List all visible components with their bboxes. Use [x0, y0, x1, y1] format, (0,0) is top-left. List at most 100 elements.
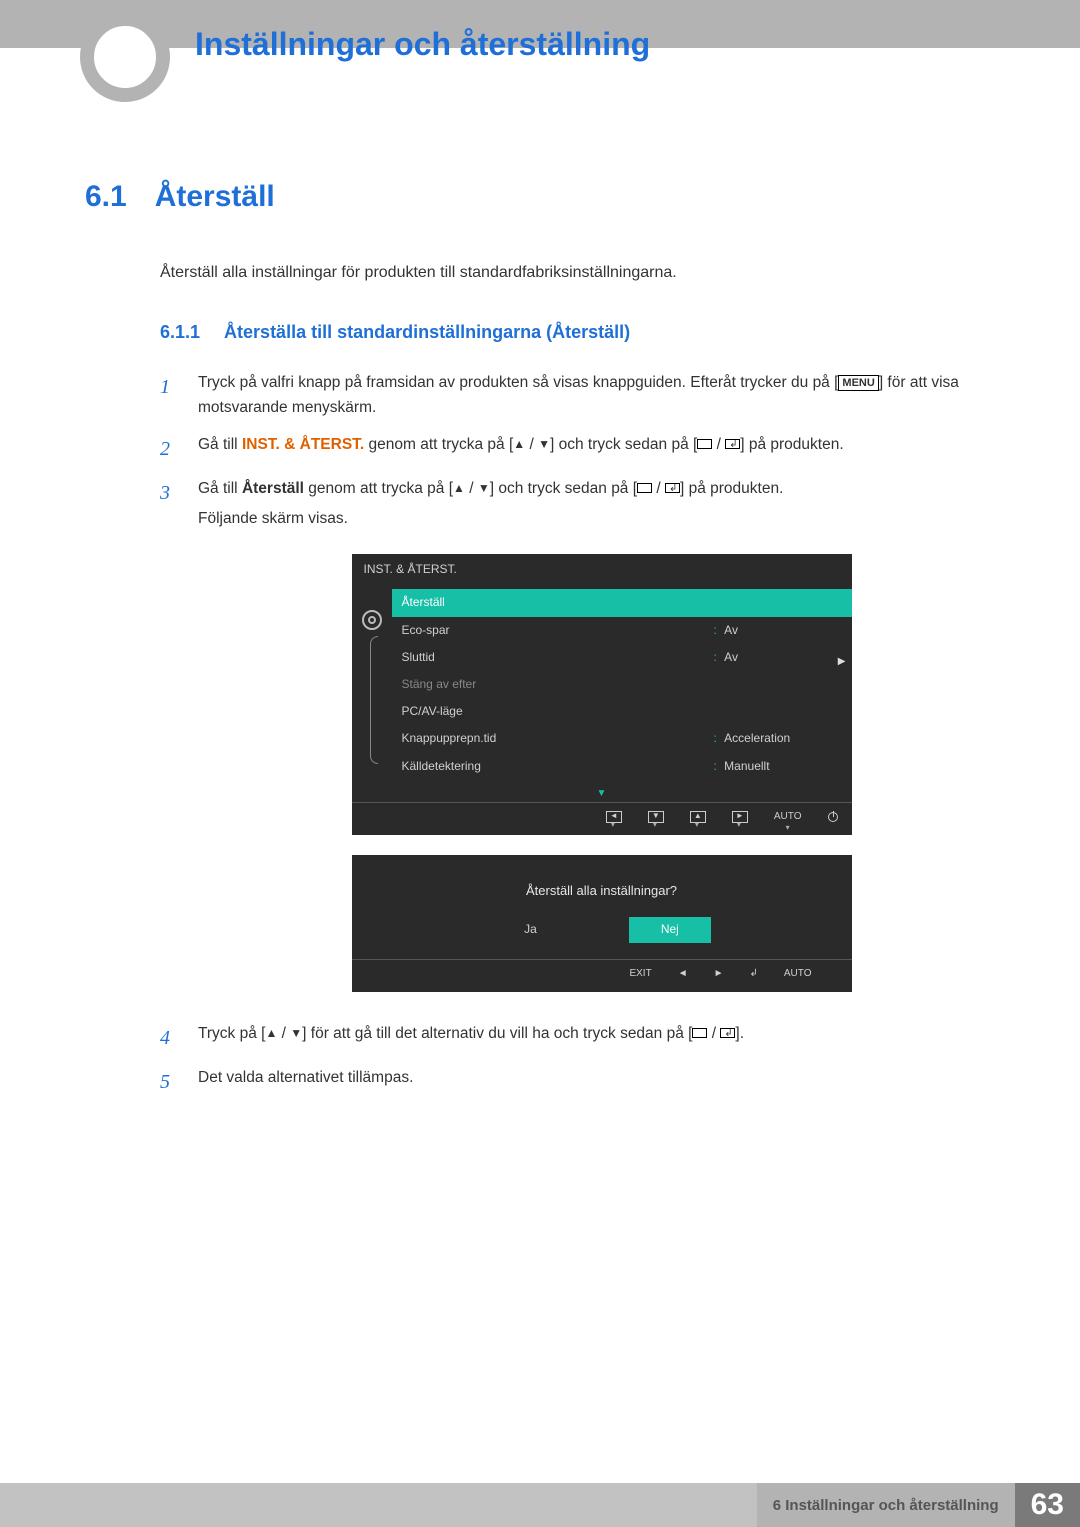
- menu-key-icon: MENU: [838, 375, 878, 391]
- content: 6.1 Återställ Återställ alla inställning…: [85, 180, 1005, 1110]
- enter-icon: [725, 439, 740, 449]
- osd-wrapper: INST. & ÅTERST. ÅterställEco-sparAvSlutt…: [352, 554, 852, 991]
- step-number: 5: [160, 1066, 178, 1098]
- nav-left-icon: ◄: [678, 966, 688, 982]
- osd-menu-panel: INST. & ÅTERST. ÅterställEco-sparAvSlutt…: [352, 554, 852, 835]
- source-icon: [697, 439, 712, 449]
- osd-item-value: Manuellt: [714, 757, 834, 776]
- section-number: 6.1: [85, 180, 127, 214]
- osd-menu-item: Stäng av efter: [392, 671, 852, 698]
- step-body: Tryck på valfri knapp på framsidan av pr…: [198, 371, 1005, 421]
- osd-item-label: Stäng av efter: [402, 675, 477, 694]
- text: Gå till: [198, 480, 242, 497]
- chapter-badge: [80, 12, 170, 102]
- step-body: Tryck på [▲ / ▼] för att gå till det alt…: [198, 1022, 1005, 1054]
- section-title: Återställ: [155, 180, 275, 214]
- confirm-yes-button: Ja: [492, 917, 569, 942]
- nav-right-icon: ►: [732, 811, 748, 823]
- step-5: 5 Det valda alternativet tillämpas.: [160, 1066, 1005, 1098]
- enter-icon: [720, 1028, 735, 1038]
- steps-list: 1 Tryck på valfri knapp på framsidan av …: [160, 371, 1005, 1098]
- up-icon: ▲: [513, 435, 525, 454]
- chevron-right-icon: ▶: [838, 654, 846, 670]
- osd-menu-item: Återställ: [392, 589, 852, 616]
- text: Följande skärm visas.: [198, 507, 1005, 532]
- text: genom att trycka på [: [304, 480, 453, 497]
- source-icon: [692, 1028, 707, 1038]
- footer-track: [0, 1483, 757, 1527]
- confirm-no-button: Nej: [629, 917, 711, 942]
- osd-item-label: Knappupprepn.tid: [402, 729, 497, 748]
- step-body: Det valda alternativet tillämpas.: [198, 1066, 1005, 1098]
- step-4: 4 Tryck på [▲ / ▼] för att gå till det a…: [160, 1022, 1005, 1054]
- step-number: 4: [160, 1022, 178, 1054]
- nav-right-icon: ►: [714, 966, 724, 982]
- footer-chapter-label: 6 Inställningar och återställning: [757, 1483, 1015, 1527]
- step-3: 3 Gå till Återställ genom att trycka på …: [160, 477, 1005, 1010]
- up-icon: ▲: [265, 1024, 277, 1043]
- nav-down-icon: ▼: [648, 811, 664, 823]
- osd-item-label: Sluttid: [402, 648, 435, 667]
- nav-enter-icon: ↲: [750, 966, 758, 982]
- osd-item-value: Av: [714, 621, 834, 640]
- osd-menu-item: PC/AV-läge: [392, 698, 852, 725]
- step-2: 2 Gå till INST. & ÅTERST. genom att tryc…: [160, 433, 1005, 465]
- text: genom att trycka på [: [364, 436, 513, 453]
- osd-menu-item: Knappupprepn.tid Acceleration: [392, 725, 852, 752]
- text: Gå till: [198, 436, 242, 453]
- step-number: 1: [160, 371, 178, 421]
- osd-menu-item: Källdetektering Manuellt: [392, 753, 852, 780]
- subsection-heading: 6.1.1 Återställa till standardinställnin…: [160, 322, 1005, 343]
- confirm-question: Återställ alla inställningar?: [352, 881, 852, 902]
- osd-item-value: Acceleration: [714, 729, 834, 748]
- nav-up-icon: ▲: [690, 811, 706, 823]
- step-body: Gå till Återställ genom att trycka på [▲…: [198, 477, 1005, 1010]
- nav-left-icon: ◄: [606, 811, 622, 823]
- osd-menu-item: Sluttid Av: [392, 644, 852, 671]
- osd-item-label: Källdetektering: [402, 757, 481, 776]
- subsection-number: 6.1.1: [160, 322, 200, 343]
- down-icon: ▼: [290, 1024, 302, 1043]
- osd-item-value: Av: [714, 648, 834, 667]
- text: ] för att gå till det alternativ du vill…: [302, 1025, 692, 1042]
- osd-item-label: PC/AV-läge: [402, 702, 463, 721]
- section-intro: Återställ alla inställningar för produkt…: [160, 264, 1005, 282]
- auto-label: AUTO: [774, 809, 802, 825]
- auto-label: AUTO: [784, 966, 812, 982]
- osd-title: INST. & ÅTERST.: [352, 554, 852, 585]
- gear-icon: [362, 610, 382, 630]
- text: Tryck på valfri knapp på framsidan av pr…: [198, 374, 838, 391]
- down-icon: ▼: [478, 479, 490, 498]
- enter-icon: [665, 483, 680, 493]
- confirm-buttons: Ja Nej: [352, 917, 852, 942]
- section-heading: 6.1 Återställ: [85, 180, 1005, 214]
- chapter-title: Inställningar och återställning: [195, 26, 650, 63]
- footer-page-number: 63: [1015, 1483, 1080, 1527]
- down-icon: ▼: [538, 435, 550, 454]
- osd-footer: ◄ ▼ ▲ ► AUTO: [352, 802, 852, 835]
- power-icon: [828, 812, 838, 822]
- text: ] och tryck sedan på [: [490, 480, 637, 497]
- text: ] och tryck sedan på [: [550, 436, 697, 453]
- osd-confirm-panel: Återställ alla inställningar? Ja Nej EXI…: [352, 855, 852, 992]
- text: ] på produkten.: [740, 436, 843, 453]
- subsection-title: Återställa till standardinställningarna …: [224, 322, 630, 343]
- text: ].: [735, 1025, 744, 1042]
- osd-menu-list: Återställ Eco-spar Av Sluttid Av Stäng av eft…: [392, 585, 852, 787]
- exit-label: EXIT: [629, 966, 651, 982]
- step-1: 1 Tryck på valfri knapp på framsidan av …: [160, 371, 1005, 421]
- text: Tryck på [: [198, 1025, 265, 1042]
- highlight: Återställ: [242, 480, 304, 497]
- bracket-icon: [370, 636, 378, 764]
- scroll-down-icon: ▼: [352, 786, 852, 802]
- text: ] på produkten.: [680, 480, 783, 497]
- osd-item-label: Eco-spar: [402, 621, 450, 640]
- osd-sidebar: [352, 585, 392, 787]
- osd-item-label: Återställ: [402, 593, 445, 612]
- osd-menu-item: Eco-spar Av: [392, 617, 852, 644]
- osd-confirm-footer: EXIT ◄ ► ↲ AUTO: [352, 959, 852, 992]
- step-body: Gå till INST. & ÅTERST. genom att trycka…: [198, 433, 1005, 465]
- page-footer: 6 Inställningar och återställning 63: [0, 1483, 1080, 1527]
- source-icon: [637, 483, 652, 493]
- up-icon: ▲: [453, 479, 465, 498]
